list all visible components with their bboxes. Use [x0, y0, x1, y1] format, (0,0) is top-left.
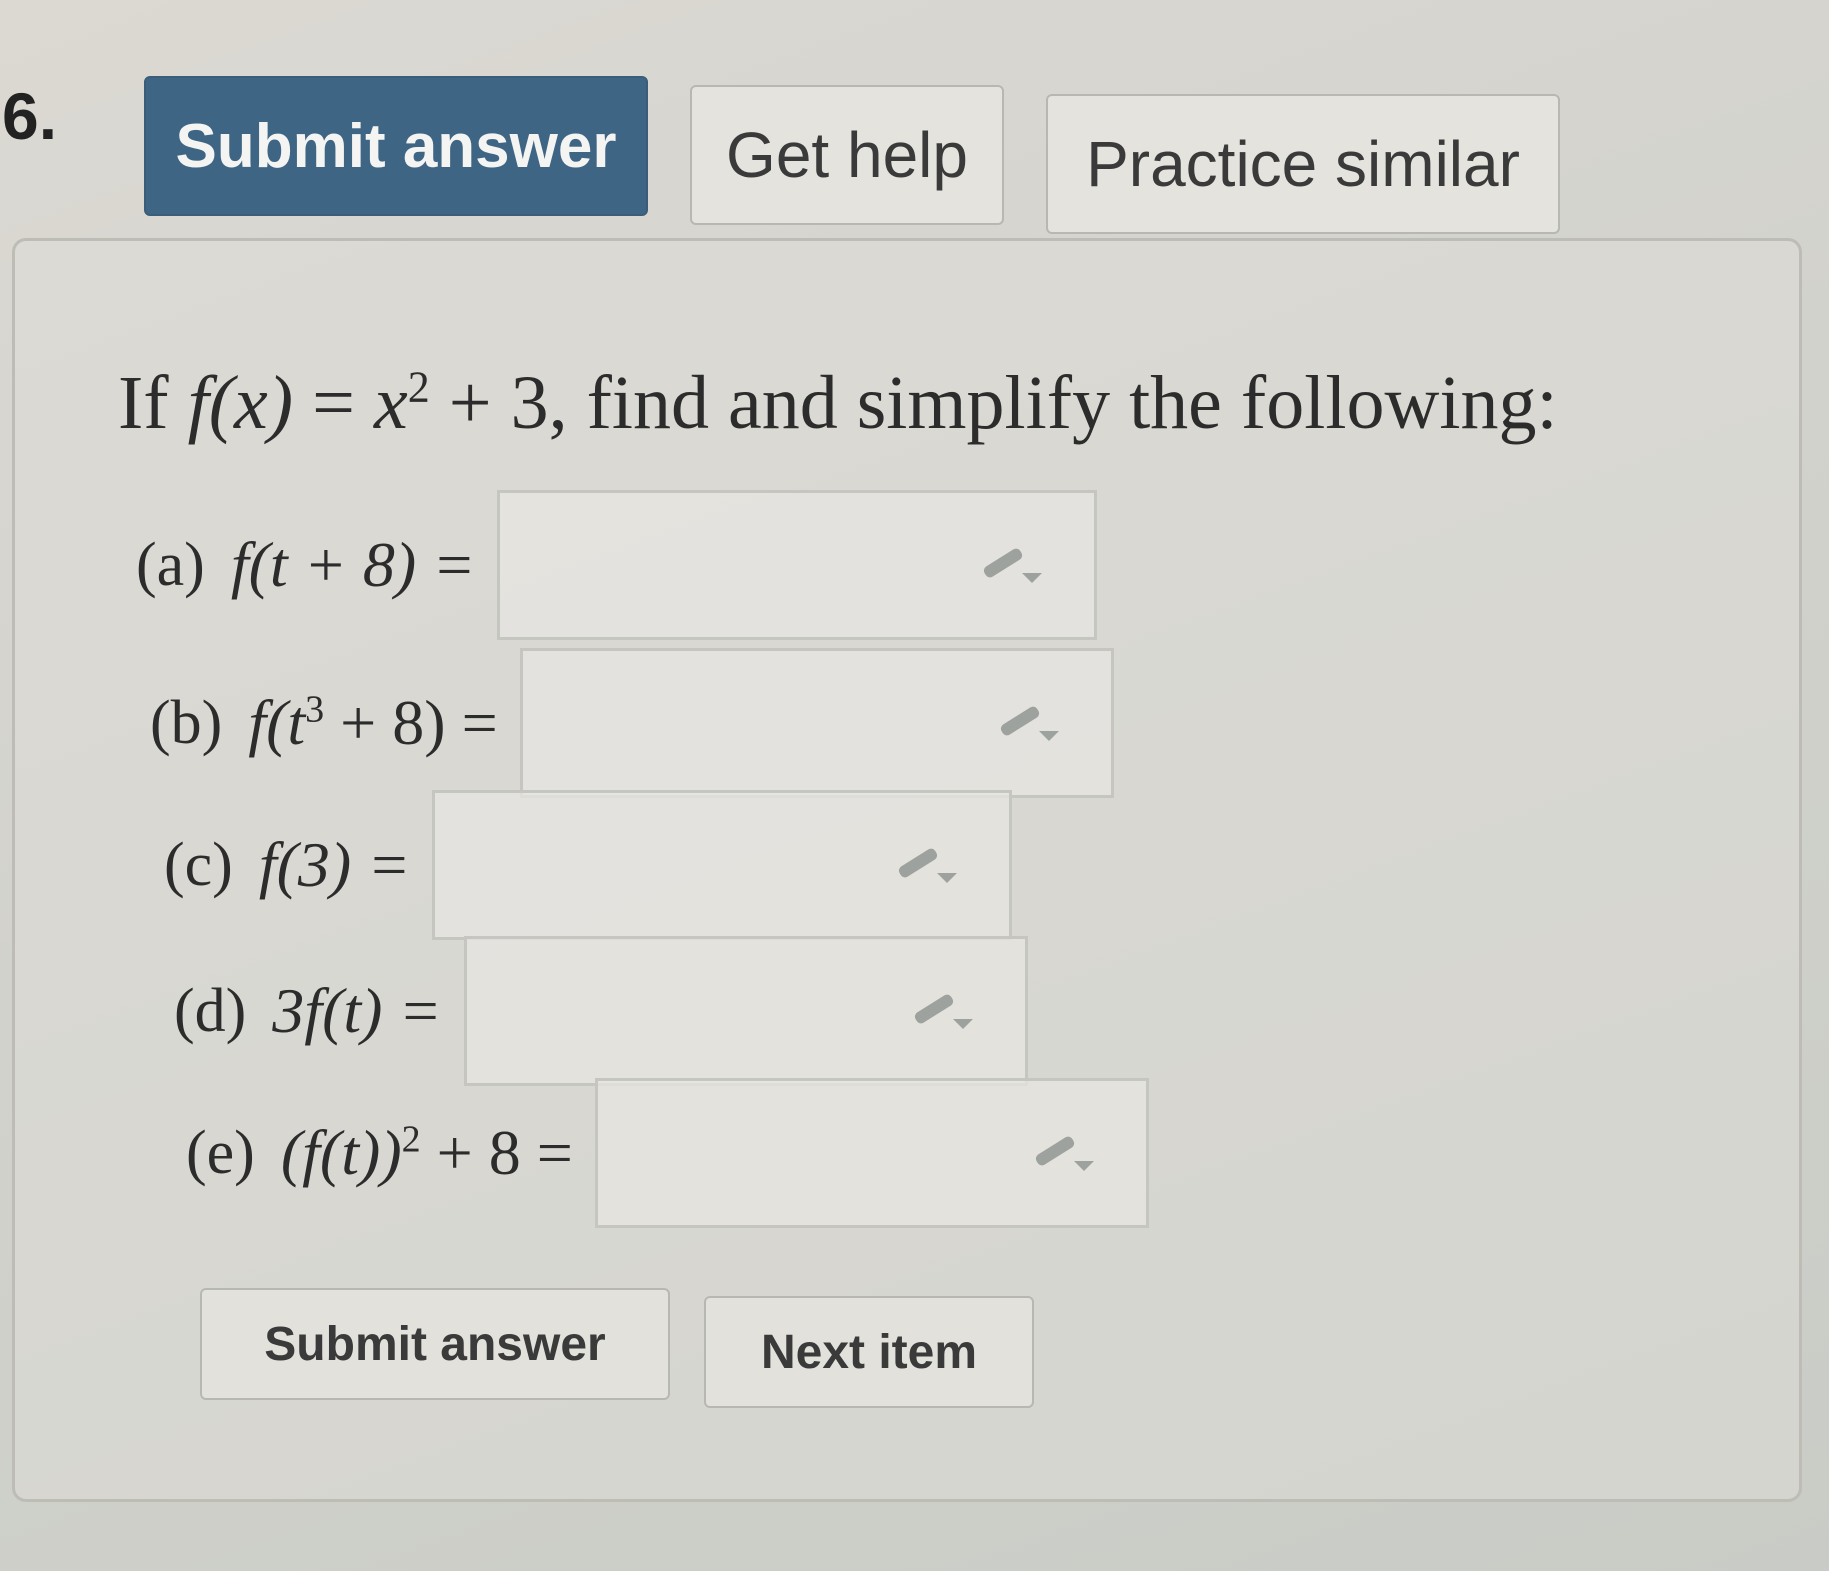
practice-similar-button[interactable]: Practice similar	[1046, 94, 1560, 234]
part-d-expression: 3f(t) =	[272, 974, 441, 1048]
pencil-icon[interactable]	[978, 543, 1048, 589]
part-d-label: (d)	[174, 976, 247, 1045]
part-a-label: (a)	[136, 530, 205, 599]
part-b-label: (b)	[150, 688, 223, 757]
prompt-exponent: 2	[407, 362, 430, 412]
part-b-expr-start: f(t	[248, 687, 306, 758]
question-prompt: If f(x) = x2 + 3, find and simplify the …	[118, 360, 1558, 447]
answer-input-b[interactable]	[519, 648, 1114, 798]
part-b-expression: f(t3 + 8) =	[248, 686, 497, 760]
next-item-button[interactable]: Next item	[704, 1296, 1034, 1408]
question-number: 6.	[2, 79, 58, 153]
get-help-button[interactable]: Get help	[690, 85, 1004, 225]
part-c: (c) f(3) =	[164, 790, 1013, 940]
prompt-equals: =	[293, 361, 374, 445]
prompt-rest: + 3, find and simplify the following:	[429, 361, 1558, 445]
pencil-icon[interactable]	[995, 701, 1065, 747]
part-e-expression: (f(t))2 + 8 =	[281, 1116, 573, 1190]
prompt-lead: If	[118, 361, 188, 445]
part-c-expression: f(3) =	[259, 828, 411, 902]
part-e-expr-exponent: 2	[401, 1118, 421, 1161]
prompt-variable: x	[373, 361, 408, 445]
answer-input-c[interactable]	[432, 790, 1013, 940]
submit-answer-button[interactable]: Submit answer	[144, 76, 648, 216]
part-b-expr-exponent: 3	[305, 688, 325, 731]
part-a-expression: f(t + 8) =	[231, 528, 476, 602]
part-d-expr-text: 3f(t) =	[272, 975, 442, 1046]
submit-answer-bottom-button[interactable]: Submit answer	[200, 1288, 670, 1400]
part-e-expr-end: + 8 =	[420, 1117, 573, 1188]
answer-input-d[interactable]	[463, 936, 1028, 1086]
part-c-label: (c)	[164, 830, 233, 899]
part-a: (a) f(t + 8) =	[136, 490, 1098, 640]
part-e-label: (e)	[186, 1118, 255, 1187]
pencil-icon[interactable]	[1030, 1131, 1100, 1177]
pencil-icon[interactable]	[909, 989, 979, 1035]
answer-input-a[interactable]	[497, 490, 1098, 640]
answer-input-e[interactable]	[594, 1078, 1149, 1228]
top-toolbar: Submit answer Get help Practice similar	[144, 58, 1560, 234]
part-a-expr-text: f(t + 8) =	[230, 529, 476, 600]
part-b: (b) f(t3 + 8) =	[150, 648, 1114, 798]
pencil-icon[interactable]	[893, 843, 963, 889]
prompt-function: f(x)	[187, 361, 294, 445]
part-e: (e) (f(t))2 + 8 =	[186, 1078, 1149, 1228]
part-e-expr-start: (f(t))	[280, 1117, 402, 1188]
part-d: (d) 3f(t) =	[174, 936, 1028, 1086]
bottom-toolbar: Submit answer Next item	[200, 1288, 1034, 1408]
part-c-expr-text: f(3) =	[258, 829, 411, 900]
part-b-expr-end: + 8) =	[324, 687, 498, 758]
